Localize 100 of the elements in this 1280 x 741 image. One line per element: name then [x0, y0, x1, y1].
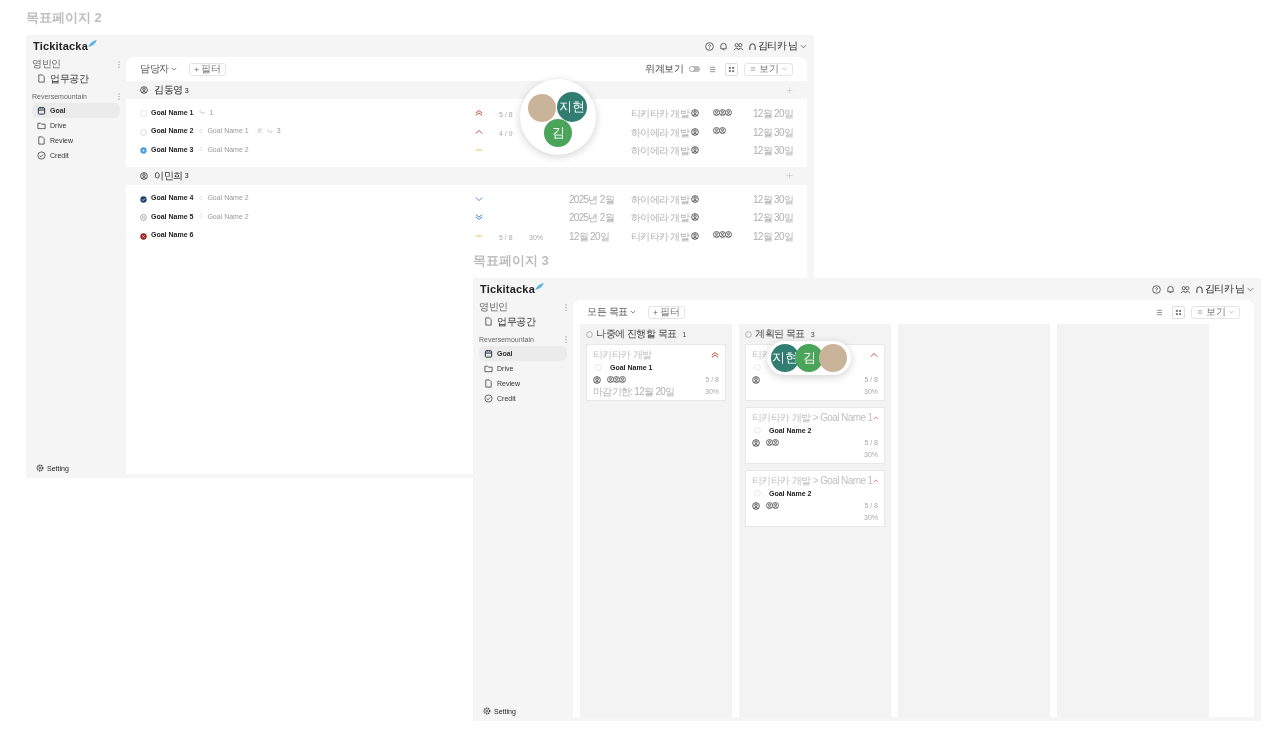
folder-icon — [37, 121, 46, 130]
person-icon — [752, 375, 760, 384]
goal-path: 티키타카 개발 > Goal Name 1 — [752, 410, 873, 425]
description-icon — [256, 127, 263, 134]
avatar: 지현 — [771, 344, 799, 372]
check-circle-icon — [484, 394, 493, 403]
priority-icon — [870, 350, 878, 359]
link-icon — [199, 146, 204, 153]
list-icon — [1197, 309, 1203, 315]
document-icon — [37, 74, 46, 83]
user-menu[interactable]: 김티카 님 — [748, 39, 807, 53]
person-icon — [691, 109, 699, 118]
plus-icon[interactable] — [786, 172, 793, 179]
photo-placeholder — [528, 94, 556, 122]
display-button[interactable]: 보기 — [744, 62, 793, 76]
column-title: 나중에 진행할 목표 — [596, 327, 677, 341]
sidebar-item[interactable]: 업무공간 — [479, 314, 567, 329]
check-status-icon[interactable] — [140, 195, 147, 203]
cancel-status-icon[interactable] — [140, 232, 147, 240]
logo-text: Tickitacka — [33, 40, 88, 52]
person-icon — [593, 375, 601, 384]
document-icon — [37, 136, 46, 145]
filter-dropdown[interactable]: 모든 목표 — [587, 305, 636, 319]
bell-icon[interactable] — [718, 41, 728, 51]
subtask-icon — [266, 127, 273, 134]
person-icon — [691, 146, 699, 155]
toggle-label: 위계보기 — [645, 62, 683, 76]
people-icon[interactable] — [1179, 284, 1191, 294]
filter-dropdown[interactable]: 담당자 — [140, 62, 177, 76]
avatar: 김 — [795, 344, 823, 372]
person-icon — [748, 42, 756, 50]
list-icon — [1156, 308, 1163, 316]
priority-icon — [475, 127, 483, 136]
person-icon — [691, 213, 699, 222]
goal-period: 2025년 2월 — [569, 212, 614, 224]
due-date: 12월 20일 — [753, 108, 794, 120]
user-menu[interactable]: 김티카 님 — [1195, 282, 1254, 296]
project-name: 하이에라 개발 — [631, 212, 689, 224]
hierarchy-toggle[interactable] — [689, 66, 700, 72]
person-icon — [140, 86, 148, 94]
due-date: 마감기한: 12월 20일 — [593, 384, 675, 399]
page-label: 목표페이지 3 — [473, 252, 550, 270]
help-icon[interactable] — [704, 41, 714, 51]
project-name: 하이에라 개발 — [631, 145, 689, 157]
goal-period: 2025년 2월 — [569, 193, 614, 205]
folder-icon — [484, 364, 493, 373]
sidebar-item[interactable]: 업무공간 — [32, 71, 120, 86]
person-icon — [752, 438, 760, 447]
plus-icon[interactable] — [786, 86, 793, 94]
project-name: 티키타카 개발 — [631, 108, 689, 120]
person-icon — [691, 127, 699, 136]
avatar: 지현 — [557, 92, 587, 122]
people-icon[interactable] — [732, 41, 744, 51]
due-date: 12월 20일 — [753, 230, 794, 242]
list-icon — [709, 65, 716, 73]
play-status-icon[interactable] — [140, 147, 147, 155]
pause-status-icon[interactable] — [140, 214, 147, 222]
plus-icon — [652, 309, 658, 315]
bell-icon[interactable] — [1165, 284, 1175, 294]
priority-icon — [475, 194, 483, 203]
list-icon — [750, 66, 756, 72]
project-name: 티키타카 개발 — [631, 230, 689, 242]
section-title: 영빈인 — [479, 300, 508, 314]
help-icon[interactable] — [1151, 284, 1161, 294]
person-icon — [752, 501, 760, 510]
chevron-down-icon — [800, 43, 807, 49]
section-title: 영빈인 — [32, 57, 61, 71]
subtask-icon — [199, 109, 206, 116]
link-icon — [199, 194, 204, 201]
goal-period: 12월 20일 — [569, 230, 610, 242]
status-icon[interactable] — [140, 128, 147, 136]
priority-icon — [475, 109, 483, 118]
column-title: 계획된 목표 — [755, 327, 805, 341]
filter-button[interactable]: 필터 — [188, 62, 226, 76]
page-label: 목표페이지 2 — [26, 9, 103, 27]
due-date: 12월 30일 — [753, 145, 794, 157]
logo-text: Tickitacka — [480, 283, 535, 295]
priority-icon — [872, 413, 878, 422]
group-title: 김동영 — [154, 83, 183, 97]
grid-icon — [728, 65, 735, 73]
chevron-down-icon — [170, 67, 177, 71]
person-icon — [1195, 285, 1203, 293]
goal-path: 티키타카 개발 — [593, 347, 652, 362]
document-icon — [484, 379, 493, 388]
filter-button[interactable]: 필터 — [647, 305, 685, 319]
group-title: 이민희 — [154, 168, 183, 183]
document-icon — [484, 317, 493, 326]
board-view-button[interactable] — [725, 62, 738, 76]
feather-icon — [535, 283, 544, 290]
project-name: 하이에라 개발 — [631, 126, 689, 138]
chevron-down-icon — [1229, 310, 1234, 314]
gear-icon — [483, 707, 491, 715]
priority-icon — [872, 476, 878, 485]
goal-path: 티키타카 개발 > Goal Name 1 — [752, 473, 873, 488]
display-button[interactable]: 보기 — [1191, 305, 1240, 319]
chevron-down-icon — [629, 310, 636, 314]
due-date: 12월 30일 — [753, 212, 794, 224]
avatar: 김 — [544, 119, 572, 147]
due-date: 12월 30일 — [753, 126, 794, 138]
board-view-button[interactable] — [1172, 305, 1185, 319]
